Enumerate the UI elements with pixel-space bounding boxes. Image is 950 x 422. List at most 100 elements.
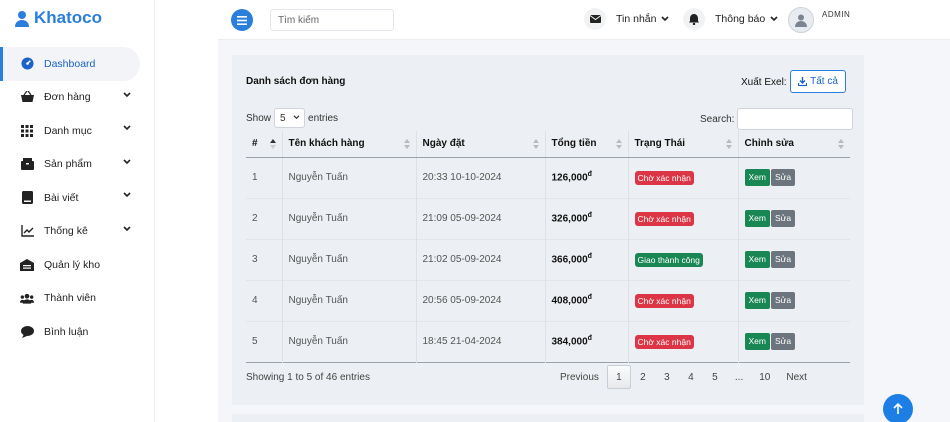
sidebar-item-label: Thống kê bbox=[44, 225, 88, 238]
view-button[interactable]: Xem bbox=[744, 210, 770, 227]
entries-label: entries bbox=[308, 112, 339, 124]
chart-icon bbox=[20, 224, 34, 238]
column-header-customer[interactable]: Tên khách hàng bbox=[281, 131, 416, 158]
view-button[interactable]: Xem bbox=[744, 333, 770, 350]
edit-button[interactable]: Sửa bbox=[770, 251, 796, 268]
sort-icon bbox=[532, 139, 539, 149]
cell-status: Chờ xác nhận bbox=[627, 280, 738, 321]
pagination: Previous 1 2 3 4 5 ... 10 Next bbox=[552, 365, 815, 389]
comment-icon bbox=[20, 325, 34, 339]
page-length-value: 5 bbox=[280, 112, 286, 124]
sidebar-item-label: Danh mục bbox=[44, 124, 92, 137]
chevron-down-icon bbox=[661, 16, 670, 22]
sidebar-item-warehouse[interactable]: Quản lý kho bbox=[0, 248, 155, 282]
cell-number: 5 bbox=[252, 336, 258, 347]
page-length-select[interactable]: 5 bbox=[274, 108, 306, 128]
sidebar-item-label: Bình luận bbox=[44, 325, 89, 338]
sort-asc-icon bbox=[269, 139, 276, 149]
pagination-next[interactable]: Next bbox=[778, 365, 815, 389]
sidebar-item-members[interactable]: Thành viên bbox=[0, 282, 155, 316]
messages-label: Tin nhắn bbox=[616, 13, 657, 25]
brand[interactable]: Khatoco bbox=[14, 8, 102, 28]
pagination-page-1[interactable]: 1 bbox=[606, 365, 631, 389]
next-card-edge bbox=[232, 414, 864, 422]
user-icon bbox=[795, 14, 807, 27]
cell-customer: Nguyễn Tuấn bbox=[281, 239, 416, 280]
edit-button[interactable]: Sửa bbox=[770, 292, 796, 309]
scroll-to-top-button[interactable] bbox=[883, 394, 913, 422]
pagination-ellipsis: ... bbox=[734, 371, 744, 383]
cell-actions: Xem Sửa bbox=[737, 157, 850, 198]
export-all-button[interactable]: Tất cả bbox=[790, 70, 846, 93]
status-badge: Giao thành công bbox=[634, 252, 703, 267]
cell-customer: Nguyễn Tuấn bbox=[281, 198, 416, 239]
sort-icon bbox=[838, 139, 844, 149]
edit-button[interactable]: Sửa bbox=[770, 333, 796, 350]
grid-icon bbox=[20, 124, 34, 138]
messages-menu[interactable]: Tin nhắn bbox=[584, 8, 670, 30]
notifications-label: Thông báo bbox=[715, 13, 766, 25]
table-search-input[interactable] bbox=[737, 108, 854, 130]
sidebar: Khatoco Dashboard Đơn hàng Danh mục Sản … bbox=[0, 0, 155, 422]
pagination-page-5[interactable]: 5 bbox=[703, 365, 727, 389]
edit-button[interactable]: Sửa bbox=[770, 210, 796, 227]
pagination-page-2[interactable]: 2 bbox=[631, 365, 655, 389]
column-header-total[interactable]: Tổng tiền bbox=[544, 131, 628, 158]
sidebar-item-orders[interactable]: Đơn hàng bbox=[0, 81, 155, 115]
pagination-page-3[interactable]: 3 bbox=[655, 365, 679, 389]
sidebar-item-label: Bài viết bbox=[44, 191, 79, 204]
chevron-down-icon bbox=[123, 91, 131, 97]
view-button[interactable]: Xem bbox=[744, 251, 770, 268]
table-info: Showing 1 to 5 of 46 entries bbox=[246, 372, 370, 383]
sidebar-item-comments[interactable]: Bình luận bbox=[0, 315, 155, 349]
basket-icon bbox=[20, 90, 34, 104]
edit-button[interactable]: Sửa bbox=[770, 169, 796, 186]
sidebar-item-categories[interactable]: Danh mục bbox=[0, 114, 155, 148]
table-search: Search: bbox=[700, 108, 854, 130]
user-icon bbox=[15, 10, 29, 27]
cell-date: 20:33 10-10-2024 bbox=[415, 157, 545, 198]
table-row: 4 Nguyễn Tuấn 20:56 05-09-2024 408,000đ … bbox=[246, 280, 850, 321]
pagination-previous[interactable]: Previous bbox=[552, 365, 607, 389]
cell-date: 21:09 05-09-2024 bbox=[415, 198, 545, 239]
cell-status: Giao thành công bbox=[627, 239, 738, 280]
column-header-number[interactable]: # bbox=[246, 131, 282, 158]
sidebar-item-dashboard[interactable]: Dashboard bbox=[0, 47, 140, 81]
cell-status: Chờ xác nhận bbox=[627, 321, 738, 362]
column-header-date[interactable]: Ngày đặt bbox=[415, 131, 545, 158]
view-button[interactable]: Xem bbox=[744, 292, 770, 309]
menu-toggle-button[interactable] bbox=[231, 9, 253, 31]
chevron-down-icon bbox=[770, 16, 778, 22]
sidebar-item-label: Đơn hàng bbox=[44, 91, 91, 104]
table-row: 1 Nguyễn Tuấn 20:33 10-10-2024 126,000đ … bbox=[246, 157, 850, 198]
cell-actions: Xem Sửa bbox=[737, 280, 850, 321]
brand-name: Khatoco bbox=[34, 8, 102, 27]
sort-icon bbox=[615, 139, 622, 149]
cell-date: 21:02 05-09-2024 bbox=[415, 239, 545, 280]
sidebar-item-label: Thành viên bbox=[44, 292, 96, 305]
sidebar-nav: Dashboard Đơn hàng Danh mục Sản phẩm Bài… bbox=[0, 47, 155, 349]
sidebar-item-posts[interactable]: Bài viết bbox=[0, 181, 155, 215]
cell-total: 366,000đ bbox=[544, 239, 628, 280]
cell-date: 20:56 05-09-2024 bbox=[415, 280, 545, 321]
status-badge: Chờ xác nhận bbox=[634, 293, 694, 308]
notifications-menu[interactable]: Thông báo bbox=[683, 8, 778, 30]
cell-number: 4 bbox=[252, 295, 258, 306]
column-header-actions[interactable]: Chỉnh sửa bbox=[737, 131, 850, 158]
cell-number: 3 bbox=[252, 254, 258, 265]
column-header-status[interactable]: Trạng Thái bbox=[627, 131, 738, 158]
cell-actions: Xem Sửa bbox=[737, 239, 850, 280]
search-label: Search: bbox=[700, 113, 735, 125]
search-input[interactable] bbox=[270, 9, 394, 31]
sidebar-item-label: Quản lý kho bbox=[44, 258, 101, 271]
sidebar-item-products[interactable]: Sản phẩm bbox=[0, 148, 155, 182]
export-button-label: Tất cả bbox=[810, 76, 838, 87]
topbar: Tin nhắn Thông báo ADMIN bbox=[218, 0, 950, 40]
status-badge: Chờ xác nhận bbox=[634, 211, 694, 226]
pagination-page-4[interactable]: 4 bbox=[679, 365, 703, 389]
cell-total: 408,000đ bbox=[544, 280, 628, 321]
pagination-page-10[interactable]: 10 bbox=[751, 365, 778, 389]
avatar[interactable] bbox=[788, 7, 814, 33]
view-button[interactable]: Xem bbox=[744, 169, 770, 186]
sidebar-item-statistics[interactable]: Thống kê bbox=[0, 215, 155, 249]
